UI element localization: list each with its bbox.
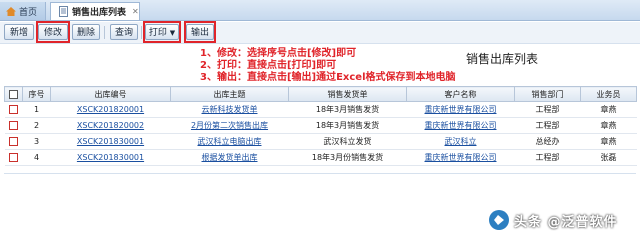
query-button[interactable]: 查询 <box>110 24 138 40</box>
page-title: 销售出库列表 <box>466 52 539 66</box>
cell-dept: 工程部 <box>514 149 581 166</box>
document-icon <box>59 6 68 17</box>
column-header[interactable]: 销售发货单 <box>288 86 407 102</box>
cell-code-link[interactable]: XSCK201820002 <box>50 117 171 134</box>
sales-outbound-table: 序号 出库编号 出库主题 销售发货单 客户名称 销售部门 业务员 1 XSCK2… <box>4 86 637 166</box>
column-header[interactable]: 业务员 <box>580 86 637 102</box>
table-row[interactable]: 4 XSCK201830001 根据发货单出库 18年3月份销售发货 重庆新世界… <box>4 149 637 166</box>
column-header[interactable]: 客户名称 <box>406 86 515 102</box>
cell-dept: 工程部 <box>514 101 581 118</box>
note-print: 2、打印：直接点击[打印]即可 <box>200 60 337 71</box>
row-checkbox[interactable] <box>4 117 23 134</box>
tab-bar: 首页 销售出库列表 ✕ <box>0 0 640 21</box>
cell-customer-link[interactable]: 重庆新世界有限公司 <box>406 101 515 118</box>
cell-subject-link[interactable]: 云新科技发货单 <box>170 101 289 118</box>
cell-staff: 张磊 <box>580 149 637 166</box>
tab-home[interactable]: 首页 <box>0 2 46 20</box>
table-row[interactable]: 1 XSCK201820001 云新科技发货单 18年3月销售发货 重庆新世界有… <box>4 101 637 118</box>
column-header[interactable]: 销售部门 <box>514 86 581 102</box>
cell-subject-link[interactable]: 根据发货单出库 <box>170 149 289 166</box>
cell-staff: 章燕 <box>580 101 637 118</box>
edit-highlight <box>36 21 70 43</box>
column-header[interactable]: 序号 <box>22 86 51 102</box>
table-row[interactable]: 3 XSCK201830001 武汉科立电脑出库 武汉科立发货 武汉科立 总经办… <box>4 133 637 150</box>
note-edit: 1、修改：选择序号点击[修改]即可 <box>200 48 357 59</box>
cell-invoice: 18年3月份销售发货 <box>288 149 407 166</box>
instruction-notes: 1、修改：选择序号点击[修改]即可 2、打印：直接点击[打印]即可 3、输出：直… <box>200 48 456 84</box>
print-highlight <box>143 21 181 43</box>
cell-seq: 1 <box>22 101 51 118</box>
column-header[interactable]: 出库编号 <box>50 86 171 102</box>
toolbar-divider <box>141 26 142 39</box>
cell-subject-link[interactable]: 2月份第二次销售出库 <box>170 117 289 134</box>
cell-code-link[interactable]: XSCK201820001 <box>50 101 171 118</box>
table-header-row: 序号 出库编号 出库主题 销售发货单 客户名称 销售部门 业务员 <box>4 86 637 102</box>
tab-active-label: 销售出库列表 <box>72 8 127 18</box>
tab-home-label: 首页 <box>19 7 38 18</box>
row-checkbox[interactable] <box>4 149 23 166</box>
grid-divider <box>4 173 636 174</box>
cell-invoice: 18年3月销售发货 <box>288 117 407 134</box>
cell-code-link[interactable]: XSCK201830001 <box>50 133 171 150</box>
delete-button[interactable]: 删除 <box>72 24 100 40</box>
cell-code-link[interactable]: XSCK201830001 <box>50 149 171 166</box>
watermark-text: 头条 @泛普软件 <box>514 214 618 230</box>
select-all-checkbox[interactable] <box>4 86 23 102</box>
toolbar: 新增 修改 删除 查询 打印 ▼ 输出 <box>0 22 640 44</box>
cell-dept: 总经办 <box>514 133 581 150</box>
cell-customer-link[interactable]: 武汉科立 <box>406 133 515 150</box>
cell-customer-link[interactable]: 重庆新世界有限公司 <box>406 149 515 166</box>
add-button[interactable]: 新增 <box>4 24 34 40</box>
row-checkbox[interactable] <box>4 133 23 150</box>
cell-invoice: 武汉科立发货 <box>288 133 407 150</box>
table-row[interactable]: 2 XSCK201820002 2月份第二次销售出库 18年3月销售发货 重庆新… <box>4 117 637 134</box>
cell-subject-link[interactable]: 武汉科立电脑出库 <box>170 133 289 150</box>
home-icon <box>6 6 16 16</box>
cell-seq: 4 <box>22 149 51 166</box>
tab-sales-outbound-list[interactable]: 销售出库列表 ✕ <box>50 2 140 20</box>
brand-logo-icon <box>489 210 509 230</box>
cell-seq: 3 <box>22 133 51 150</box>
row-checkbox[interactable] <box>4 101 23 118</box>
toolbar-divider <box>104 26 105 39</box>
watermark: 头条 @泛普软件 <box>484 205 634 235</box>
export-highlight <box>184 21 216 43</box>
column-header[interactable]: 出库主题 <box>170 86 289 102</box>
note-export: 3、输出：直接点击[输出]通过Excel格式保存到本地电脑 <box>200 72 456 83</box>
cell-dept: 工程部 <box>514 117 581 134</box>
close-icon[interactable]: ✕ <box>132 7 139 16</box>
cell-staff: 章燕 <box>580 117 637 134</box>
cell-invoice: 18年3月销售发货 <box>288 101 407 118</box>
cell-customer-link[interactable]: 重庆新世界有限公司 <box>406 117 515 134</box>
cell-staff: 章燕 <box>580 133 637 150</box>
cell-seq: 2 <box>22 117 51 134</box>
